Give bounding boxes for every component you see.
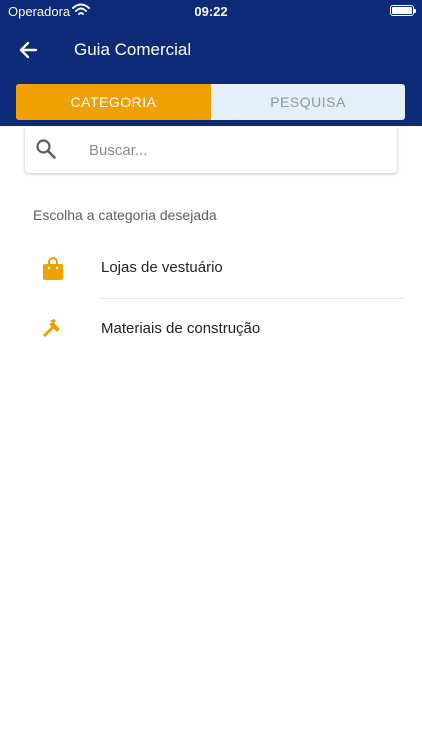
- search-bar: [25, 126, 397, 173]
- hammer-icon: [43, 319, 60, 337]
- back-button[interactable]: [14, 36, 44, 64]
- shopping-bag-icon: [43, 257, 63, 280]
- status-bar: Operadora 09:22: [0, 0, 422, 22]
- arrow-left-icon: [19, 41, 38, 59]
- search-input[interactable]: [89, 136, 379, 164]
- battery-icon: [390, 5, 416, 16]
- tab-pesquisa[interactable]: PESQUISA: [211, 84, 405, 120]
- page-title: Guia Comercial: [74, 40, 192, 59]
- status-time: 09:22: [194, 4, 228, 19]
- app-bar: Guia Comercial: [0, 28, 422, 72]
- top-bar: Operadora 09:22 Guia Comercial CATEGORIA…: [0, 0, 422, 126]
- section-label: Escolha a categoria desejada: [33, 207, 217, 223]
- category-label: Materiais de construção: [101, 320, 261, 337]
- category-item-materiais-de-construcao[interactable]: Materiais de construção: [0, 299, 422, 359]
- category-item-lojas-de-vestuario[interactable]: Lojas de vestuário: [0, 238, 422, 298]
- tab-bar: CATEGORIA PESQUISA: [16, 84, 405, 120]
- tab-categoria[interactable]: CATEGORIA: [16, 84, 211, 120]
- category-label: Lojas de vestuário: [101, 259, 223, 276]
- search-icon: [36, 139, 56, 159]
